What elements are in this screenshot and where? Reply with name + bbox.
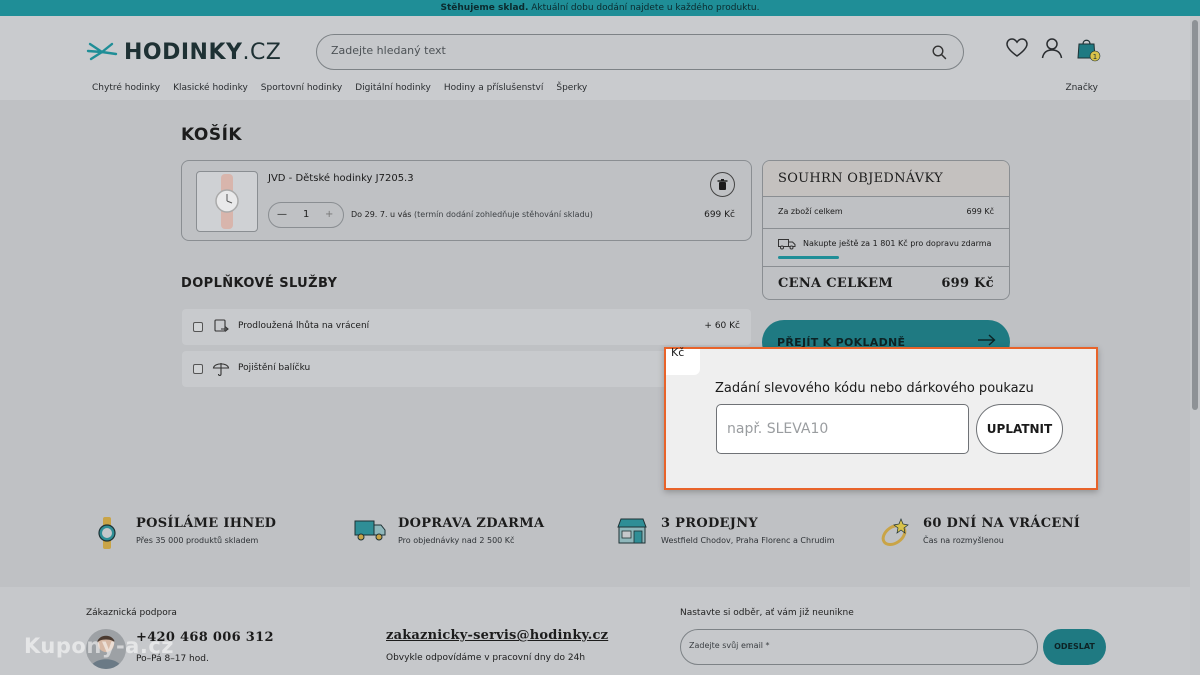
service-extended-return[interactable]: Prodloužená lhůta na vrácení + 60 Kč xyxy=(182,309,751,345)
summary-goods-row: Za zboží celkem 699 Kč xyxy=(763,197,1009,229)
store-icon xyxy=(617,517,647,549)
announcement-text: Aktuální dobu dodání najdete u každého p… xyxy=(528,3,760,13)
logo-text: HODINKY xyxy=(124,39,243,65)
item-price: 699 Kč xyxy=(704,210,735,220)
cart-item: JVD - Dětské hodinky J7205.3 — 1 + Do 29… xyxy=(181,160,752,241)
goods-label: Za zboží celkem xyxy=(778,207,843,216)
delivery-truck-icon xyxy=(354,517,386,547)
nav-item-smart-watches[interactable]: Chytré hodinky xyxy=(92,83,160,93)
user-account-icon[interactable] xyxy=(1041,38,1063,63)
coupon-popup-tab: Kč xyxy=(666,346,700,375)
watch-icon xyxy=(96,517,118,553)
logo-suffix: .CZ xyxy=(242,39,282,65)
coupon-title: Zadání slevového kódu nebo dárkového pou… xyxy=(715,381,1034,396)
service-checkbox[interactable] xyxy=(193,364,203,374)
search-icon[interactable] xyxy=(932,45,947,64)
benefit-title: 60 DNÍ NA VRÁCENÍ xyxy=(923,516,1081,531)
coupon-popup: Kč Zadání slevového kódu nebo dárkového … xyxy=(664,346,1098,490)
scrollbar-thumb[interactable] xyxy=(1192,20,1198,410)
benefit-subtitle: Westfield Chodov, Praha Florenc a Chrudi… xyxy=(661,536,835,545)
nav-item-classic-watches[interactable]: Klasické hodinky xyxy=(173,83,248,93)
product-image[interactable] xyxy=(196,171,258,232)
heart-icon[interactable] xyxy=(1006,38,1028,62)
plus-icon[interactable]: + xyxy=(325,209,333,220)
service-label: Prodloužená lhůta na vrácení xyxy=(238,321,370,331)
coupon-tab-text: Kč xyxy=(671,346,685,359)
nav-item-jewelry[interactable]: Šperky xyxy=(556,83,587,93)
umbrella-icon xyxy=(212,360,230,382)
quantity-value[interactable]: 1 xyxy=(303,209,309,220)
newsletter-email-input[interactable] xyxy=(689,641,1019,650)
category-nav: Chytré hodinky Klasické hodinky Sportovn… xyxy=(92,83,587,93)
support-email-note: Obvykle odpovídáme v pracovní dny do 24h xyxy=(386,653,586,663)
ring-icon xyxy=(879,517,913,553)
benefit-subtitle: Přes 35 000 produktů skladem xyxy=(136,536,259,545)
logo-mark-icon xyxy=(86,40,120,64)
page-title: KOŠÍK xyxy=(181,125,243,145)
benefit-title: DOPRAVA ZDARMA xyxy=(398,516,545,531)
cart-count-badge: 1 xyxy=(1093,53,1097,61)
nav-item-clocks-accessories[interactable]: Hodiny a příslušenství xyxy=(444,83,544,93)
services-title: DOPLŇKOVÉ SLUŽBY xyxy=(181,276,338,291)
watermark: Kupony-a.cz xyxy=(24,634,174,658)
shipping-progress-bar xyxy=(778,256,839,259)
site-footer: Zákaznická podpora +420 468 006 312 Po–P… xyxy=(0,587,1200,675)
quantity-stepper: — 1 + xyxy=(268,202,344,228)
search-bar[interactable] xyxy=(316,34,964,70)
shopping-bag-icon[interactable]: 1 xyxy=(1076,36,1102,66)
coupon-apply-button[interactable]: UPLATNIT xyxy=(976,404,1063,454)
total-label: CENA CELKEM xyxy=(778,276,894,291)
announcement-bar: Stěhujeme sklad. Aktuální dobu dodání na… xyxy=(0,0,1200,16)
service-label: Pojištění balíčku xyxy=(238,363,311,373)
nav-item-digital-watches[interactable]: Digitální hodinky xyxy=(355,83,431,93)
delivery-date: Do 29. 7. u vás xyxy=(351,210,412,219)
service-checkbox[interactable] xyxy=(193,322,203,332)
delivery-note: (termín dodání zohledňuje stěhování skla… xyxy=(411,210,593,219)
newsletter-submit-button[interactable]: ODESLAT xyxy=(1043,629,1106,665)
product-name[interactable]: JVD - Dětské hodinky J7205.3 xyxy=(268,173,414,184)
site-header: HODINKY.CZ 1 Chytré hodinky Klasické hod… xyxy=(0,16,1200,100)
service-price: + 60 Kč xyxy=(704,321,740,331)
order-summary: SOUHRN OBJEDNÁVKY Za zboží celkem 699 Kč… xyxy=(762,160,1010,300)
goods-value: 699 Kč xyxy=(966,207,994,216)
delivery-info: Do 29. 7. u vás (termín dodání zohledňuj… xyxy=(351,210,593,219)
search-input[interactable] xyxy=(331,44,911,57)
support-email[interactable]: zakaznicky-servis@hodinky.cz xyxy=(386,628,608,643)
announcement-bold: Stěhujeme sklad. xyxy=(440,3,529,13)
return-box-icon xyxy=(212,318,230,340)
summary-title: SOUHRN OBJEDNÁVKY xyxy=(763,161,1009,197)
site-logo[interactable]: HODINKY .CZ xyxy=(86,38,281,66)
nav-item-brands[interactable]: Značky xyxy=(1065,83,1098,93)
benefit-title: POSÍLÁME IHNED xyxy=(136,516,277,531)
total-value: 699 Kč xyxy=(941,276,994,291)
shipping-text: Nakupte ještě za 1 801 Kč pro dopravu zd… xyxy=(803,239,992,248)
cart-page: KOŠÍK JVD - Dětské hodinky J7205.3 — 1 +… xyxy=(0,100,1200,587)
minus-icon[interactable]: — xyxy=(277,209,287,220)
newsletter-field[interactable] xyxy=(680,629,1038,665)
coupon-code-input[interactable] xyxy=(716,404,969,454)
benefit-subtitle: Pro objednávky nad 2 500 Kč xyxy=(398,536,515,545)
benefit-subtitle: Čas na rozmyšlenou xyxy=(923,536,1004,545)
page-scrollbar[interactable] xyxy=(1190,16,1200,675)
delivery-truck-icon xyxy=(778,238,796,252)
support-label: Zákaznická podpora xyxy=(86,608,177,618)
free-shipping-progress: Nakupte ještě za 1 801 Kč pro dopravu zd… xyxy=(763,229,1009,267)
newsletter-label: Nastavte si odběr, ať vám již neunikne xyxy=(680,608,854,618)
benefit-title: 3 PRODEJNY xyxy=(661,516,758,531)
trash-icon xyxy=(717,178,728,190)
remove-item-button[interactable] xyxy=(710,172,735,197)
summary-total-row: CENA CELKEM 699 Kč xyxy=(763,267,1009,299)
nav-item-sport-watches[interactable]: Sportovní hodinky xyxy=(261,83,342,93)
